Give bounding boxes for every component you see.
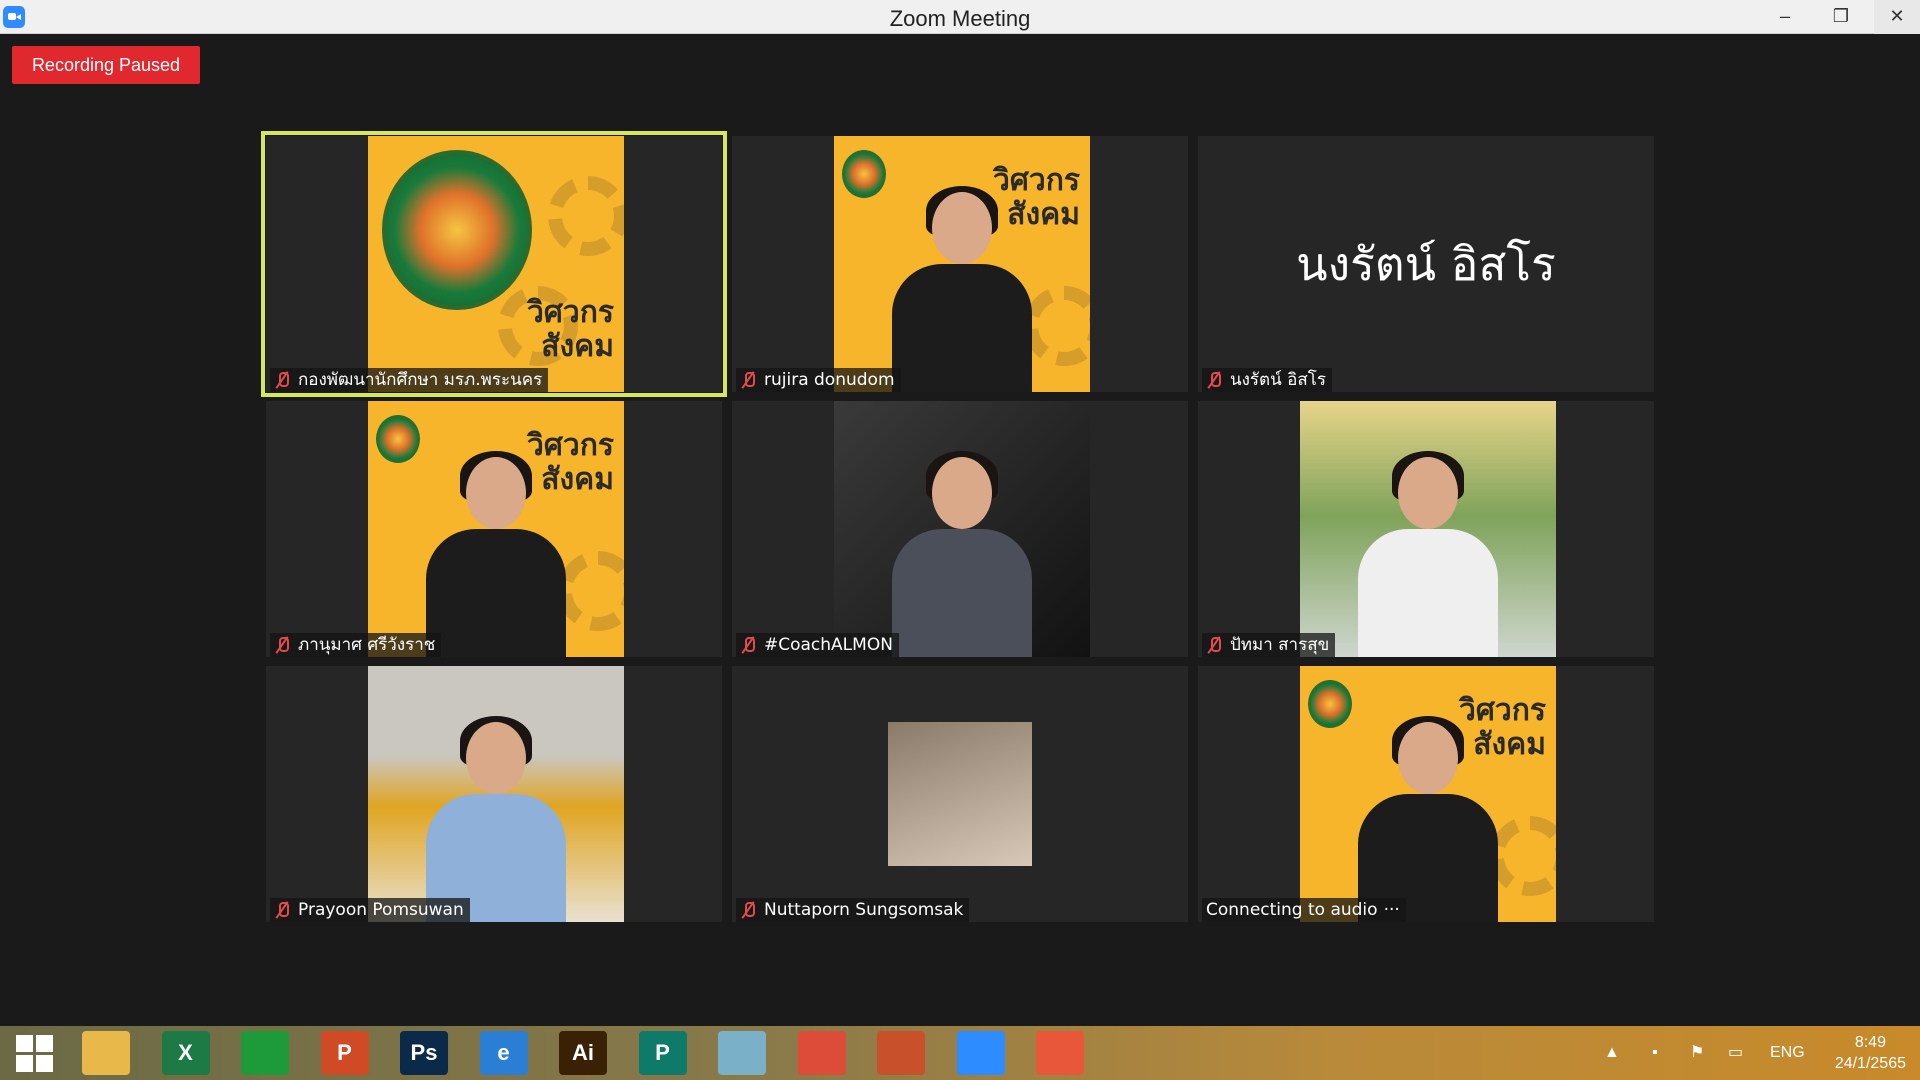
participant-name-label: rujira donudom — [736, 368, 901, 392]
app-red-icon[interactable] — [877, 1031, 925, 1075]
participant-photo — [892, 451, 1032, 657]
video-tile[interactable]: นงรัตน์ อิสโร นงรัตน์ อิสโร — [1198, 136, 1654, 392]
participant-photo — [426, 716, 566, 922]
mic-muted-icon — [1206, 371, 1222, 389]
participant-name-label: Connecting to audio ··· — [1202, 898, 1406, 922]
participant-name-label: #CoachALMON — [736, 633, 899, 657]
video-tile[interactable]: วิศวกร สังคม ภานุมาศ ศรีวังราช — [266, 401, 722, 657]
university-seal — [382, 150, 532, 310]
network-icon[interactable]: ▭ — [1728, 1026, 1743, 1080]
video-gallery: วิศวกร สังคม กองพัฒนานักศึกษา มรภ.พระนคร … — [261, 131, 1654, 922]
notepad-icon[interactable] — [718, 1031, 766, 1075]
mic-muted-icon — [740, 901, 756, 919]
file-explorer-icon[interactable] — [82, 1031, 130, 1075]
participant-video — [1300, 401, 1556, 657]
participant-video: วิศวกร สังคม — [1300, 666, 1556, 922]
connecting-dots-icon: ··· — [1383, 900, 1400, 920]
university-seal — [1308, 680, 1352, 728]
minimize-button[interactable]: – — [1762, 0, 1808, 34]
participant-name: นงรัตน์ อิสโร — [1230, 370, 1326, 390]
participant-name: กองพัฒนานักศึกษา มรภ.พระนคร — [298, 370, 543, 390]
system-clock[interactable]: 8:49 24/1/2565 — [1835, 1032, 1906, 1074]
participant-photo — [1358, 451, 1498, 657]
gear-graphic — [558, 551, 624, 631]
clock-date: 24/1/2565 — [1834, 1055, 1906, 1072]
participant-video: วิศวกร สังคม — [368, 401, 624, 657]
participant-name-label: กองพัฒนานักศึกษา มรภ.พระนคร — [270, 368, 549, 392]
restore-button[interactable]: ❐ — [1818, 0, 1864, 34]
participant-name: Connecting to audio — [1206, 900, 1378, 920]
chrome-icon[interactable] — [797, 1031, 846, 1075]
participant-name: ปัทมา สารสุข — [1230, 635, 1330, 655]
illustrator-icon[interactable]: Ai — [559, 1031, 607, 1075]
participant-name: #CoachALMON — [764, 635, 893, 655]
action-center-flag-icon[interactable]: ⚑ — [1690, 1026, 1704, 1080]
video-tile[interactable]: Prayoon Pomsuwan — [266, 666, 722, 922]
participant-video: วิศวกร สังคม — [368, 136, 624, 392]
excel-icon[interactable]: X — [161, 1031, 210, 1075]
office-notification-icon[interactable]: ▪ — [1652, 1026, 1658, 1080]
participant-name: ภานุมาศ ศรีวังราช — [298, 635, 436, 655]
participant-name-label: นงรัตน์ อิสโร — [1202, 368, 1332, 392]
mic-muted-icon — [1206, 636, 1222, 654]
participant-video — [368, 666, 624, 922]
participant-avatar-photo — [888, 722, 1032, 866]
publisher-icon[interactable]: P — [638, 1031, 687, 1075]
recording-paused-badge[interactable]: Recording Paused — [12, 46, 200, 84]
gear-graphic — [1490, 816, 1556, 896]
windows-taskbar: X P Ps e Ai P ▲ ▪ ⚑ ▭ ENG 8:49 24/1/2565 — [0, 1026, 1920, 1080]
gear-graphic — [1024, 286, 1090, 366]
zoom-icon[interactable] — [956, 1031, 1005, 1075]
internet-explorer-icon[interactable]: e — [479, 1031, 528, 1075]
video-tile[interactable]: วิศวกร สังคม Connecting to audio ··· — [1198, 666, 1654, 922]
participant-display-name: นงรัตน์ อิสโร — [1296, 237, 1556, 291]
participant-photo — [892, 186, 1032, 392]
mic-muted-icon — [274, 371, 290, 389]
mic-muted-icon — [740, 371, 756, 389]
participant-name: rujira donudom — [764, 370, 895, 390]
photoshop-icon[interactable]: Ps — [400, 1031, 448, 1075]
camera-app-icon[interactable] — [1036, 1031, 1084, 1075]
windows-start-icon[interactable] — [10, 1031, 58, 1075]
mic-muted-icon — [274, 901, 290, 919]
participant-video — [834, 401, 1090, 657]
participant-name: Prayoon Pomsuwan — [298, 900, 464, 920]
participant-name-label: Prayoon Pomsuwan — [270, 898, 470, 922]
poster-title: วิศวกร สังคม — [526, 295, 614, 364]
video-tile[interactable]: #CoachALMON — [732, 401, 1188, 657]
close-button[interactable]: ✕ — [1874, 0, 1920, 34]
window-titlebar: Zoom Meeting – ❐ ✕ — [0, 0, 1920, 34]
video-tile[interactable]: วิศวกร สังคม กองพัฒนานักศึกษา มรภ.พระนคร — [261, 131, 727, 397]
video-tile[interactable]: ปัทมา สารสุข — [1198, 401, 1654, 657]
participant-video: วิศวกร สังคม — [834, 136, 1090, 392]
powerpoint-icon[interactable]: P — [320, 1031, 369, 1075]
language-indicator[interactable]: ENG — [1770, 1026, 1805, 1080]
university-seal — [842, 150, 886, 198]
university-seal — [376, 415, 420, 463]
participant-name-label: ภานุมาศ ศรีวังราช — [270, 633, 442, 657]
mic-muted-icon — [274, 636, 290, 654]
video-tile[interactable]: Nuttaporn Sungsomsak — [732, 666, 1188, 922]
window-title: Zoom Meeting — [889, 6, 1031, 31]
show-hidden-icons-icon[interactable]: ▲ — [1604, 1026, 1620, 1080]
store-icon[interactable] — [241, 1031, 289, 1075]
participant-photo — [426, 451, 566, 657]
clock-time: 8:49 — [1854, 1034, 1886, 1051]
video-tile[interactable]: วิศวกร สังคม rujira donudom — [732, 136, 1188, 392]
mic-muted-icon — [740, 636, 756, 654]
participant-name-label: Nuttaporn Sungsomsak — [736, 898, 970, 922]
participant-photo — [1358, 716, 1498, 922]
gear-graphic — [548, 176, 624, 256]
participant-name-label: ปัทมา สารสุข — [1202, 633, 1336, 657]
participant-name: Nuttaporn Sungsomsak — [764, 900, 964, 920]
